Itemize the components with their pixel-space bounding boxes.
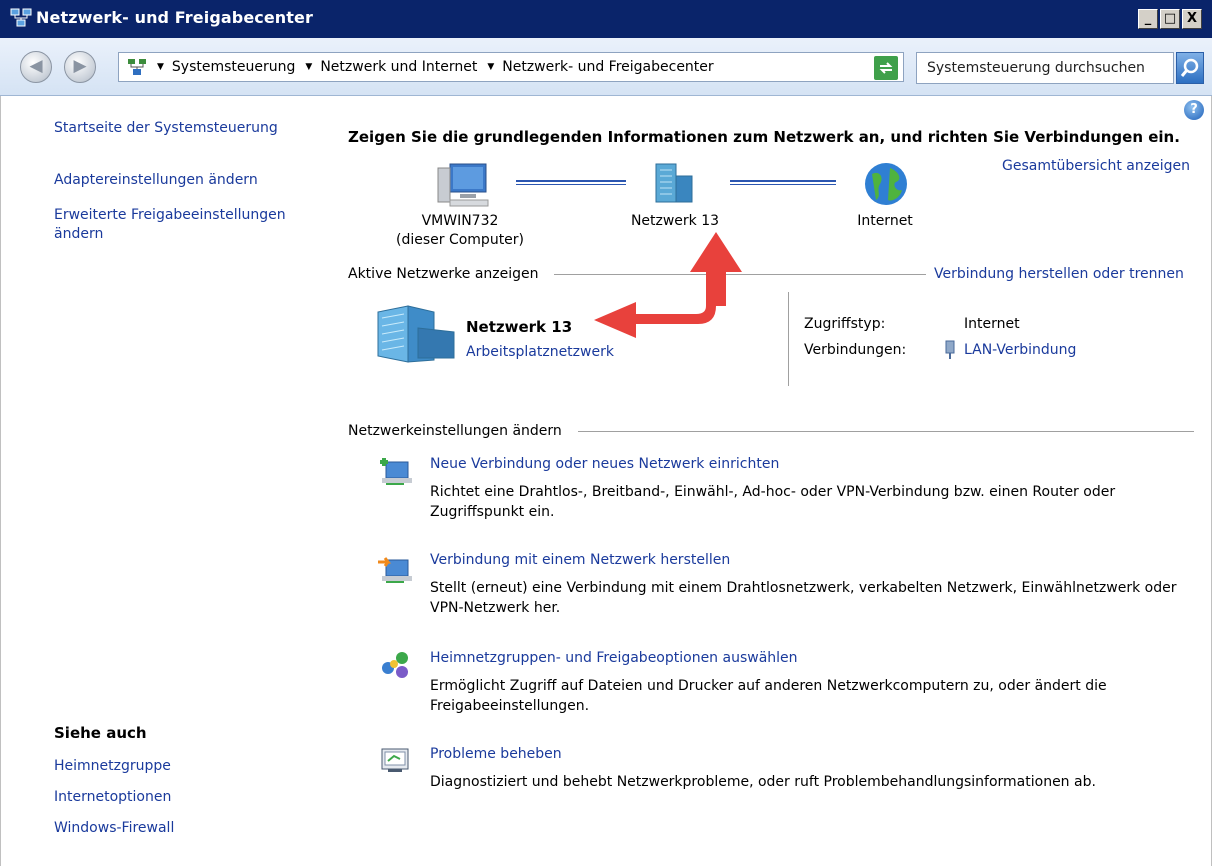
breadcrumb[interactable]: ▼ Systemsteuerung ▼ Netzwerk und Interne…	[118, 52, 973, 82]
chevron-down-icon[interactable]: ▼	[305, 62, 312, 72]
forward-arrow-icon: ▶	[73, 56, 87, 76]
window-title: Netzwerk- und Freigabecenter	[36, 8, 313, 27]
refresh-icon[interactable]	[874, 56, 898, 80]
search-placeholder: Systemsteuerung durchsuchen	[927, 60, 1145, 76]
internet-node-label: Internet	[857, 213, 913, 229]
homegroup-icon[interactable]	[378, 648, 412, 680]
address-bar: ◀ ▶ ▼ Systemsteuerung ▼ Netzwerk und Int…	[0, 38, 1212, 96]
chevron-down-icon[interactable]: ▼	[487, 62, 494, 72]
back-button[interactable]: ◀	[20, 51, 52, 83]
divider	[788, 292, 789, 386]
active-network-name: Netzwerk 13	[466, 318, 573, 336]
back-arrow-icon: ◀	[29, 56, 43, 76]
close-button[interactable]: X	[1182, 9, 1202, 29]
chevron-down-icon[interactable]: ▼	[157, 62, 164, 72]
maximize-button[interactable]: □	[1160, 9, 1180, 29]
computer-icon	[437, 163, 489, 207]
connections-label: Verbindungen:	[804, 342, 907, 358]
settings-heading: Netzwerkeinstellungen ändern	[348, 423, 562, 439]
computer-sub: (dieser Computer)	[395, 232, 525, 248]
window-border	[0, 96, 1, 866]
title-bar: Netzwerk- und Freigabecenter _ □ X	[0, 0, 1212, 38]
connection-line	[516, 184, 626, 185]
network-icon	[655, 163, 693, 203]
search-icon	[1180, 58, 1199, 77]
connect-network-icon[interactable]	[378, 554, 414, 586]
lan-connection-link[interactable]: LAN-Verbindung	[964, 342, 1076, 358]
access-type-label: Zugriffstyp:	[804, 316, 886, 332]
network-building-icon	[377, 305, 455, 363]
homegroup-desc: Ermöglicht Zugriff auf Dateien und Druck…	[430, 678, 1107, 714]
troubleshoot-desc: Diagnostiziert und behebt Netzwerkproble…	[430, 774, 1096, 790]
globe-icon	[865, 163, 907, 205]
breadcrumb-item-systemsteuerung[interactable]: Systemsteuerung	[172, 59, 295, 75]
breadcrumb-item-netzwerk-internet[interactable]: Netzwerk und Internet	[320, 59, 477, 75]
sidebar-item-homegroup[interactable]: Heimnetzgruppe	[54, 758, 171, 774]
breadcrumb-item-freigabecenter[interactable]: Netzwerk- und Freigabecenter	[502, 59, 713, 75]
annotation-arrow-icon	[594, 232, 742, 338]
sidebar-item-firewall[interactable]: Windows-Firewall	[54, 820, 174, 836]
homegroup-link[interactable]: Heimnetzgruppen- und Freigabeoptionen au…	[430, 650, 798, 666]
connect-network-desc: Stellt (erneut) eine Verbindung mit eine…	[430, 580, 1177, 616]
search-button[interactable]	[1176, 52, 1204, 84]
help-icon[interactable]: ?	[1184, 100, 1204, 120]
troubleshoot-link[interactable]: Probleme beheben	[430, 746, 562, 762]
sidebar-item-adapter[interactable]: Adaptereinstellungen ändern	[54, 172, 258, 188]
divider	[578, 431, 1194, 432]
lan-plug-icon	[945, 340, 955, 359]
sidebar-item-internet-options[interactable]: Internetoptionen	[54, 789, 171, 805]
connect-disconnect-link[interactable]: Verbindung herstellen oder trennen	[934, 266, 1184, 282]
forward-button[interactable]: ▶	[64, 51, 96, 83]
access-type-value: Internet	[964, 316, 1020, 332]
sidebar-item-advanced-sharing[interactable]: Erweiterte Freigabeeinstellungen ändern	[54, 206, 314, 244]
troubleshoot-icon[interactable]	[380, 746, 410, 774]
connection-line	[730, 180, 836, 182]
connect-network-link[interactable]: Verbindung mit einem Netzwerk herstellen	[430, 552, 730, 568]
see-also-heading: Siehe auch	[54, 724, 147, 742]
new-connection-desc: Richtet eine Drahtlos-, Breitband-, Einw…	[430, 484, 1116, 520]
network-center-icon	[10, 8, 32, 27]
minimize-button[interactable]: _	[1138, 9, 1158, 29]
control-panel-network-icon	[128, 59, 146, 75]
page-title: Zeigen Sie die grundlegenden Information…	[348, 128, 1180, 146]
connection-line	[730, 184, 836, 185]
connection-line	[516, 180, 626, 182]
search-input[interactable]: Systemsteuerung durchsuchen	[916, 52, 1174, 84]
sidebar-item-home[interactable]: Startseite der Systemsteuerung	[54, 120, 278, 136]
new-connection-link[interactable]: Neue Verbindung oder neues Netzwerk einr…	[430, 456, 779, 472]
computer-name: VMWIN732	[421, 213, 499, 229]
active-networks-heading: Aktive Netzwerke anzeigen	[348, 266, 539, 282]
overview-link[interactable]: Gesamtübersicht anzeigen	[1002, 158, 1190, 174]
new-connection-icon[interactable]	[378, 456, 414, 488]
